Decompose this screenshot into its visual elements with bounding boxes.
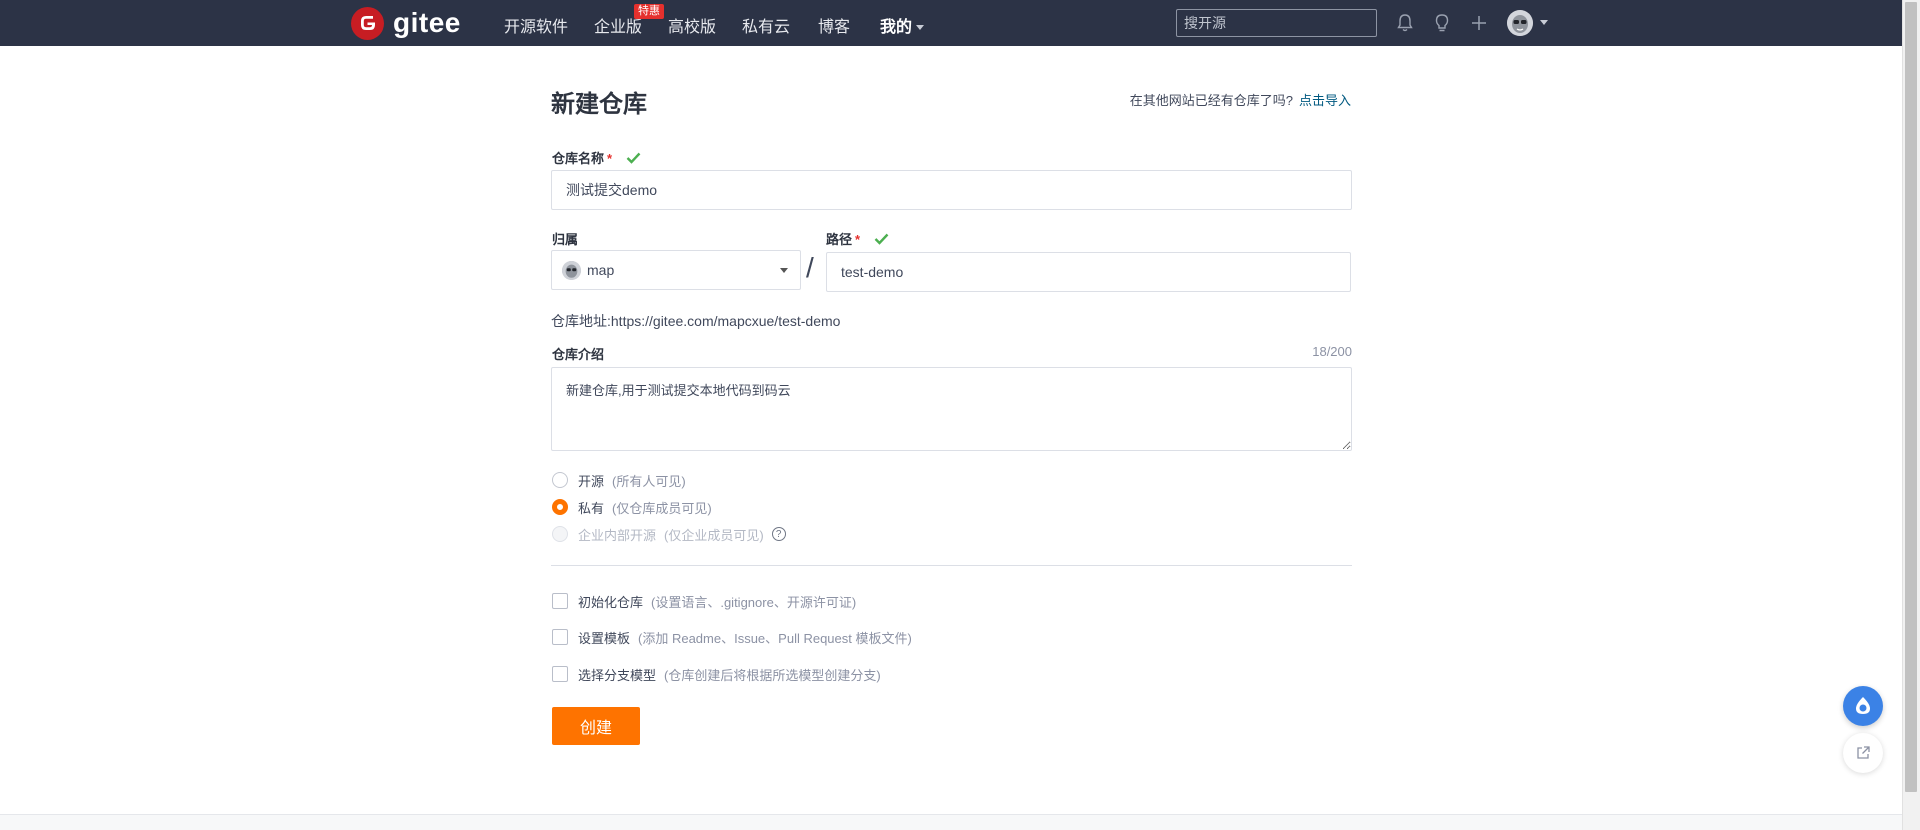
- radio-circle: [552, 526, 568, 542]
- repo-name-input[interactable]: [551, 170, 1352, 210]
- radio-circle[interactable]: [552, 499, 568, 515]
- avatar[interactable]: [1507, 10, 1533, 36]
- visibility-enterprise-radio: 企业内部开源 (仅企业成员可见) ?: [552, 524, 786, 544]
- option-label: 初始化仓库: [578, 594, 644, 610]
- radio-circle[interactable]: [552, 472, 568, 488]
- radio-label: 企业内部开源: [578, 527, 657, 543]
- feedback-drop-icon: [1856, 697, 1870, 714]
- create-button[interactable]: 创建: [552, 707, 640, 745]
- option-hint: (仓库创建后将根据所选模型创建分支): [664, 667, 881, 683]
- lightbulb-icon[interactable]: [1430, 11, 1454, 35]
- path-input[interactable]: [826, 252, 1351, 292]
- feedback-button[interactable]: [1843, 686, 1883, 726]
- search-input[interactable]: [1176, 9, 1377, 37]
- repo-name-label-text: 仓库名称: [552, 151, 605, 166]
- share-button[interactable]: [1843, 733, 1883, 773]
- radio-hint: (仅仓库成员可见): [612, 500, 712, 516]
- nav-mine[interactable]: 我的: [880, 13, 925, 37]
- nav-open-source[interactable]: 开源软件: [504, 13, 568, 37]
- description-char-counter: 18/200: [1312, 344, 1352, 359]
- option-init-repo[interactable]: 初始化仓库 (设置语言、.gitignore、开源许可证): [552, 591, 856, 611]
- nav-mine-label: 我的: [880, 19, 913, 36]
- path-label-text: 路径: [826, 232, 853, 247]
- option-label: 设置模板: [578, 630, 631, 646]
- bell-icon[interactable]: [1393, 11, 1417, 35]
- radio-hint: (所有人可见): [612, 473, 686, 489]
- visibility-private-radio[interactable]: 私有 (仅仓库成员可见): [552, 497, 712, 517]
- option-branch-model[interactable]: 选择分支模型 (仓库创建后将根据所选模型创建分支): [552, 664, 881, 684]
- chevron-down-icon: [780, 268, 788, 273]
- path-label: 路径 *: [826, 229, 889, 248]
- owner-avatar: [562, 261, 581, 280]
- option-hint: (添加 Readme、Issue、Pull Request 模板文件): [638, 630, 912, 646]
- owner-select[interactable]: map: [551, 250, 801, 290]
- radio-label: 开源: [578, 473, 605, 489]
- radio-hint: (仅企业成员可见): [664, 527, 764, 543]
- required-mark: *: [607, 151, 613, 166]
- help-icon[interactable]: ?: [771, 527, 786, 541]
- gitee-logo[interactable]: gitee: [351, 6, 461, 40]
- description-textarea[interactable]: 新建仓库,用于测试提交本地代码到码云: [551, 367, 1352, 451]
- checkbox[interactable]: [552, 629, 568, 645]
- import-hint-text: 在其他网站已经有仓库了吗?: [1129, 93, 1293, 108]
- check-icon: [874, 233, 889, 245]
- top-navbar: gitee 开源软件 企业版 特惠 高校版 私有云 博客 我的: [0, 0, 1902, 46]
- repo-address-value: https://gitee.com/mapcxue/test-demo: [610, 313, 841, 329]
- option-set-template[interactable]: 设置模板 (添加 Readme、Issue、Pull Request 模板文件): [552, 627, 912, 647]
- option-hint: (设置语言、.gitignore、开源许可证): [651, 594, 857, 610]
- owner-name: map: [587, 262, 615, 278]
- description-label: 仓库介绍: [552, 347, 605, 362]
- path-separator: /: [806, 252, 814, 283]
- import-link[interactable]: 点击导入: [1299, 93, 1351, 108]
- required-mark: *: [855, 232, 861, 247]
- avatar-chevron-down-icon[interactable]: [1540, 20, 1548, 25]
- chevron-down-icon: [916, 25, 925, 31]
- footer: [0, 814, 1902, 830]
- nav-blog[interactable]: 博客: [818, 13, 850, 37]
- repo-address-label: 仓库地址:: [551, 313, 611, 329]
- repo-address: 仓库地址:https://gitee.com/mapcxue/test-demo: [551, 311, 840, 331]
- external-link-icon: [1857, 746, 1870, 759]
- page-title: 新建仓库: [551, 91, 647, 118]
- divider: [551, 565, 1352, 566]
- import-hint: 在其他网站已经有仓库了吗? 点击导入: [1130, 90, 1351, 109]
- checkbox[interactable]: [552, 666, 568, 682]
- enterprise-promo-badge: 特惠: [634, 4, 664, 19]
- radio-label: 私有: [578, 500, 605, 516]
- scrollbar-thumb[interactable]: [1905, 2, 1917, 792]
- nav-education[interactable]: 高校版: [668, 13, 716, 37]
- repo-name-label: 仓库名称 *: [552, 148, 641, 167]
- checkbox[interactable]: [552, 593, 568, 609]
- gitee-logo-icon: [351, 6, 384, 40]
- nav-private-cloud[interactable]: 私有云: [742, 13, 790, 37]
- visibility-public-radio[interactable]: 开源 (所有人可见): [552, 470, 686, 490]
- owner-label: 归属: [552, 232, 579, 247]
- brand-name: gitee: [393, 7, 461, 38]
- check-icon: [626, 152, 641, 164]
- plus-icon[interactable]: [1467, 11, 1491, 35]
- option-label: 选择分支模型: [578, 667, 657, 683]
